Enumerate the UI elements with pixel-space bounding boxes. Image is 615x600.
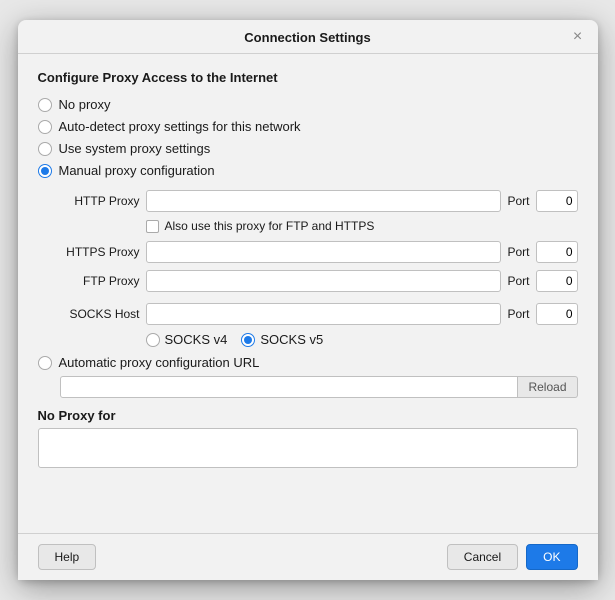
section-title: Configure Proxy Access to the Internet bbox=[38, 70, 578, 85]
manual-proxy-fields: HTTP Proxy Port Also use this proxy for … bbox=[60, 190, 578, 347]
radio-socks-v4-label: SOCKS v4 bbox=[165, 332, 228, 347]
socks-version-row: SOCKS v4 SOCKS v5 bbox=[146, 332, 578, 347]
radio-socks-v5-label: SOCKS v5 bbox=[260, 332, 323, 347]
ftp-port-input[interactable] bbox=[536, 270, 578, 292]
radio-socks-v4[interactable]: SOCKS v4 bbox=[146, 332, 228, 347]
help-button[interactable]: Help bbox=[38, 544, 97, 570]
also-use-label: Also use this proxy for FTP and HTTPS bbox=[165, 219, 375, 233]
http-proxy-input[interactable] bbox=[146, 190, 502, 212]
connection-settings-dialog: Connection Settings × Configure Proxy Ac… bbox=[18, 20, 598, 580]
also-use-checkbox[interactable] bbox=[146, 220, 159, 233]
radio-auto-proxy-indicator bbox=[38, 356, 52, 370]
socks-host-input[interactable] bbox=[146, 303, 502, 325]
close-button[interactable]: × bbox=[570, 29, 586, 45]
footer-right: Cancel OK bbox=[447, 544, 578, 570]
radio-auto-proxy-label: Automatic proxy configuration URL bbox=[59, 355, 260, 370]
radio-system-proxy-label: Use system proxy settings bbox=[59, 141, 211, 156]
cancel-button[interactable]: Cancel bbox=[447, 544, 518, 570]
also-use-checkbox-row: Also use this proxy for FTP and HTTPS bbox=[146, 219, 578, 233]
https-port-input[interactable] bbox=[536, 241, 578, 263]
http-port-input[interactable] bbox=[536, 190, 578, 212]
no-proxy-section: No Proxy for bbox=[38, 408, 578, 468]
ftp-proxy-input[interactable] bbox=[146, 270, 502, 292]
socks-port-input[interactable] bbox=[536, 303, 578, 325]
radio-system-proxy-indicator bbox=[38, 142, 52, 156]
http-port-label: Port bbox=[507, 194, 529, 208]
ftp-proxy-row: FTP Proxy Port bbox=[60, 270, 578, 292]
auto-proxy-section: Automatic proxy configuration URL Reload bbox=[38, 355, 578, 398]
radio-socks-v5-indicator bbox=[241, 333, 255, 347]
socks-port-label: Port bbox=[507, 307, 529, 321]
https-proxy-row: HTTPS Proxy Port bbox=[60, 241, 578, 263]
radio-auto-detect-indicator bbox=[38, 120, 52, 134]
radio-manual-proxy[interactable]: Manual proxy configuration bbox=[38, 163, 578, 178]
http-proxy-label: HTTP Proxy bbox=[60, 194, 140, 208]
auto-proxy-url-input[interactable] bbox=[60, 376, 519, 398]
no-proxy-label: No Proxy for bbox=[38, 408, 578, 423]
radio-auto-proxy-url[interactable]: Automatic proxy configuration URL bbox=[38, 355, 578, 370]
auto-proxy-url-row: Reload bbox=[60, 376, 578, 398]
radio-manual-proxy-indicator bbox=[38, 164, 52, 178]
https-port-label: Port bbox=[507, 245, 529, 259]
footer-left: Help bbox=[38, 544, 97, 570]
socks-host-label: SOCKS Host bbox=[60, 307, 140, 321]
dialog-body: Configure Proxy Access to the Internet N… bbox=[18, 54, 598, 533]
radio-socks-v4-indicator bbox=[146, 333, 160, 347]
https-proxy-label: HTTPS Proxy bbox=[60, 245, 140, 259]
radio-no-proxy-label: No proxy bbox=[59, 97, 111, 112]
radio-system-proxy[interactable]: Use system proxy settings bbox=[38, 141, 578, 156]
proxy-options-group: No proxy Auto-detect proxy settings for … bbox=[38, 97, 578, 178]
radio-manual-proxy-label: Manual proxy configuration bbox=[59, 163, 215, 178]
radio-no-proxy-indicator bbox=[38, 98, 52, 112]
title-bar: Connection Settings × bbox=[18, 20, 598, 54]
dialog-footer: Help Cancel OK bbox=[18, 533, 598, 580]
dialog-title: Connection Settings bbox=[244, 30, 370, 45]
socks-host-row: SOCKS Host Port bbox=[60, 303, 578, 325]
http-proxy-row: HTTP Proxy Port bbox=[60, 190, 578, 212]
reload-button[interactable]: Reload bbox=[518, 376, 577, 398]
no-proxy-input[interactable] bbox=[38, 428, 578, 468]
ok-button[interactable]: OK bbox=[526, 544, 577, 570]
radio-auto-detect-label: Auto-detect proxy settings for this netw… bbox=[59, 119, 301, 134]
radio-auto-detect[interactable]: Auto-detect proxy settings for this netw… bbox=[38, 119, 578, 134]
radio-no-proxy[interactable]: No proxy bbox=[38, 97, 578, 112]
ftp-proxy-label: FTP Proxy bbox=[60, 274, 140, 288]
https-proxy-input[interactable] bbox=[146, 241, 502, 263]
ftp-port-label: Port bbox=[507, 274, 529, 288]
radio-socks-v5[interactable]: SOCKS v5 bbox=[241, 332, 323, 347]
